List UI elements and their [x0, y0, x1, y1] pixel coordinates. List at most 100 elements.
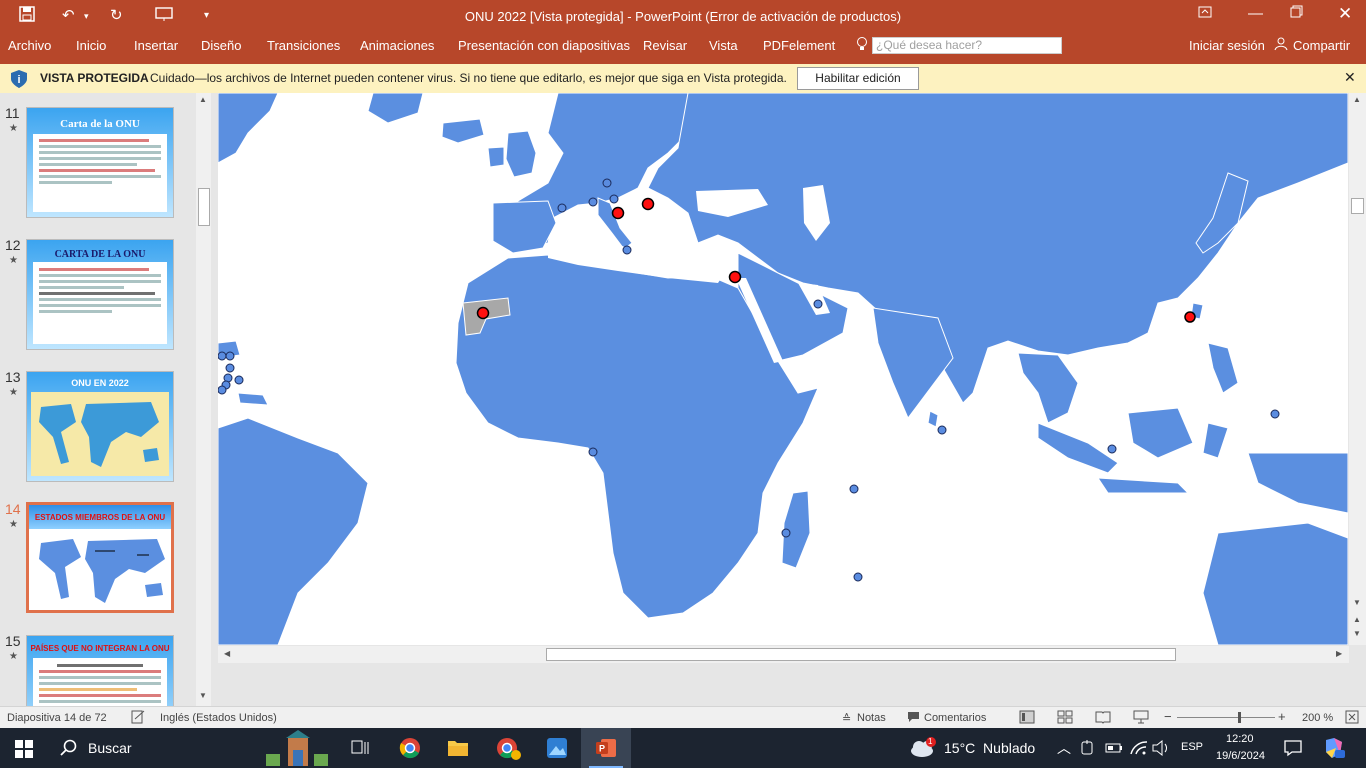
battery-icon[interactable] — [1105, 741, 1123, 768]
share-icon — [1274, 37, 1288, 54]
svg-text:i: i — [17, 74, 20, 86]
chrome-icon[interactable] — [399, 737, 421, 768]
search-highlight-image — [262, 730, 332, 768]
slide-number: 15 — [5, 633, 21, 649]
thumbnail-title: Carta de la ONU — [60, 118, 140, 130]
chrome-profile-icon[interactable] — [496, 737, 522, 768]
tab-animaciones[interactable]: Animaciones — [360, 38, 434, 53]
zoom-level[interactable]: 200 % — [1302, 712, 1333, 724]
close-icon[interactable]: ✕ — [1338, 4, 1352, 24]
slide-thumbnails-pane: 11 ★ Carta de la ONU 12 ★ CARTA DE LA ON… — [0, 93, 212, 706]
notes-button[interactable]: Notas — [857, 712, 886, 724]
scroll-left-icon[interactable]: ◀ — [224, 649, 230, 658]
chevron-up-icon[interactable]: ︿ — [1057, 738, 1071, 768]
lightbulb-icon — [856, 36, 868, 55]
slide-number: 13 — [5, 369, 21, 385]
scroll-right-icon[interactable]: ▶ — [1336, 649, 1342, 658]
zoom-in-icon[interactable]: + — [1278, 709, 1286, 724]
slide-sorter-icon[interactable] — [1057, 710, 1073, 727]
ribbon-tabs: Archivo Inicio Insertar Diseño Transicio… — [0, 33, 1366, 64]
tab-presentacion[interactable]: Presentación con diapositivas — [458, 38, 630, 53]
powerpoint-taskbar-button[interactable]: P — [581, 728, 631, 768]
normal-view-icon[interactable] — [1019, 710, 1035, 727]
tell-me-input[interactable]: ¿Qué desea hacer? — [872, 37, 1062, 54]
protected-view-message: Cuidado—los archivos de Internet pueden … — [150, 71, 787, 85]
slide-thumbnail-14[interactable]: ESTADOS MIEMBROS DE LA ONU — [26, 502, 174, 613]
tab-pdfelement[interactable]: PDFelement — [763, 38, 835, 53]
device-icon[interactable] — [1081, 740, 1093, 768]
slide-number: 12 — [5, 237, 21, 253]
zoom-slider-thumb[interactable] — [1238, 712, 1241, 723]
close-bar-icon[interactable]: ✕ — [1344, 69, 1356, 86]
scroll-up-icon[interactable]: ▲ — [1353, 95, 1361, 104]
input-language[interactable]: ESP — [1181, 741, 1203, 768]
tab-revisar[interactable]: Revisar — [643, 38, 687, 53]
mini-map-image — [31, 392, 169, 476]
weather-icon[interactable] — [909, 737, 939, 768]
thumbnail-title: ESTADOS MIEMBROS DE LA ONU — [34, 513, 166, 522]
slide-vertical-scrollbar[interactable]: ▲ ▼ ▲ ▼ — [1349, 93, 1366, 645]
slide-counter[interactable]: Diapositiva 14 de 72 — [7, 712, 107, 724]
world-map — [218, 93, 1348, 645]
mini-world-map — [33, 531, 171, 607]
tab-archivo[interactable]: Archivo — [8, 38, 51, 53]
animation-star-icon: ★ — [9, 651, 18, 662]
animation-star-icon: ★ — [9, 123, 18, 134]
tab-transiciones[interactable]: Transiciones — [267, 38, 340, 53]
weather-text[interactable]: 15°C Nublado — [944, 740, 1035, 768]
slide-thumbnail-13[interactable]: ONU EN 2022 — [26, 371, 174, 482]
tab-insertar[interactable]: Insertar — [134, 38, 178, 53]
scrollbar-thumb[interactable] — [198, 188, 210, 226]
enable-editing-button[interactable]: Habilitar edición — [797, 67, 919, 90]
slide-thumbnail-11[interactable]: Carta de la ONU — [26, 107, 174, 218]
zoom-slider-track[interactable] — [1177, 717, 1275, 718]
shield-icon: i — [10, 69, 28, 92]
slide-number: 14 — [5, 501, 21, 517]
volume-icon[interactable] — [1152, 739, 1170, 768]
copilot-icon[interactable] — [1322, 736, 1346, 768]
tab-inicio[interactable]: Inicio — [76, 38, 106, 53]
status-bar: Diapositiva 14 de 72 Inglés (Estados Uni… — [0, 706, 1366, 729]
spellcheck-icon[interactable] — [131, 710, 145, 727]
wifi-icon[interactable] — [1130, 740, 1148, 768]
scroll-down-icon[interactable]: ▼ — [199, 691, 207, 700]
window-title: ONU 2022 [Vista protegida] - PowerPoint … — [464, 9, 902, 24]
scrollbar-thumb[interactable] — [546, 648, 1176, 661]
language-indicator[interactable]: Inglés (Estados Unidos) — [160, 712, 277, 724]
slideshow-icon[interactable] — [1133, 710, 1149, 727]
animation-star-icon: ★ — [9, 519, 18, 530]
zoom-out-icon[interactable]: − — [1164, 709, 1172, 724]
file-explorer-icon[interactable] — [447, 738, 469, 768]
scrollbar-thumb[interactable] — [1351, 198, 1364, 214]
thumbnail-body — [33, 658, 167, 706]
thumbnail-title: CARTA DE LA ONU — [54, 249, 146, 260]
slide-thumbnail-12[interactable]: CARTA DE LA ONU — [26, 239, 174, 350]
fit-to-window-icon[interactable] — [1345, 710, 1359, 727]
reading-view-icon[interactable] — [1095, 710, 1111, 727]
windows-start-icon[interactable] — [15, 740, 33, 768]
clock-date[interactable]: 19/6/2024 — [1216, 750, 1265, 768]
task-view-icon[interactable] — [351, 740, 369, 768]
comments-icon — [907, 711, 920, 726]
ribbon-display-icon[interactable] — [1198, 5, 1212, 23]
tab-diseno[interactable]: Diseño — [201, 38, 241, 53]
thumbnails-scrollbar[interactable]: ▲ ▼ — [196, 93, 211, 706]
share-button[interactable]: Compartir — [1293, 38, 1350, 53]
slide-thumbnail-15[interactable]: PAÍSES QUE NO INTEGRAN LA ONU — [26, 635, 174, 706]
world-map-slide[interactable] — [218, 93, 1348, 645]
comments-button[interactable]: Comentarios — [924, 712, 986, 724]
weather-badge: 1 — [928, 737, 933, 746]
taskbar-search-box[interactable]: Buscar — [88, 740, 132, 768]
restore-icon[interactable] — [1290, 5, 1303, 22]
search-icon — [60, 739, 78, 768]
signin-link[interactable]: Iniciar sesión — [1189, 38, 1265, 53]
minimize-icon[interactable]: — — [1248, 5, 1263, 22]
previous-slide-icon[interactable]: ▲ — [1353, 615, 1361, 624]
next-slide-icon[interactable]: ▼ — [1353, 629, 1361, 638]
scroll-down-icon[interactable]: ▼ — [1353, 598, 1361, 607]
photos-app-icon[interactable] — [546, 737, 568, 768]
scroll-up-icon[interactable]: ▲ — [199, 95, 207, 104]
slide-horizontal-scrollbar[interactable]: ◀ ▶ — [218, 646, 1349, 663]
tab-vista[interactable]: Vista — [709, 38, 738, 53]
notifications-icon[interactable] — [1284, 739, 1302, 768]
